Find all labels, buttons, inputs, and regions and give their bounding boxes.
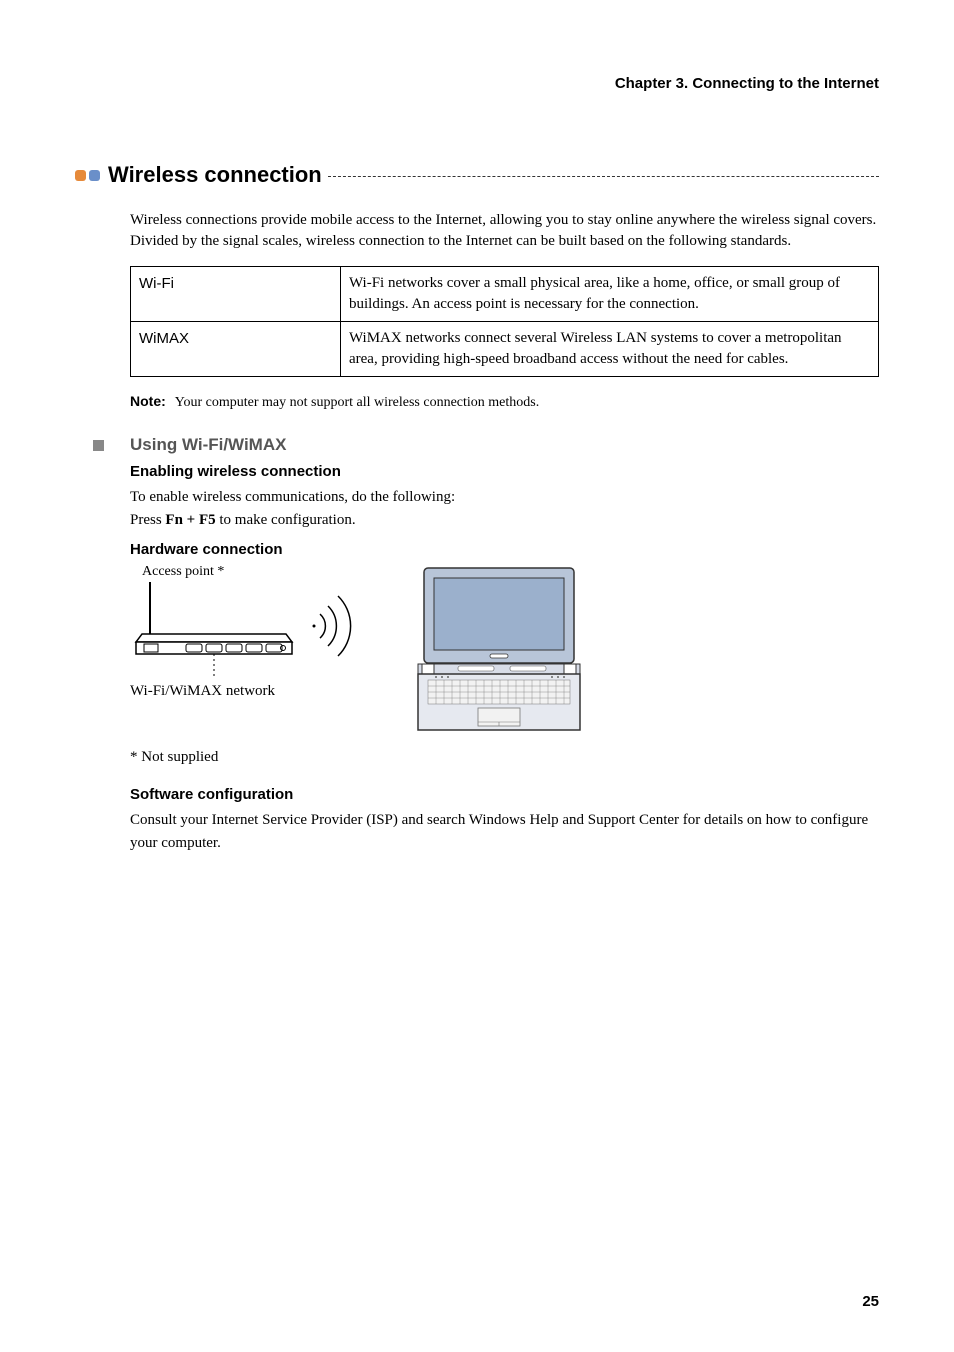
wifi-network-label: Wi-Fi/WiMAX network <box>130 683 400 700</box>
note-line: Note: Your computer may not support all … <box>130 393 879 411</box>
laptop-icon <box>414 564 584 734</box>
intro-line-1: Wireless connections provide mobile acce… <box>130 210 879 231</box>
row-desc-wifi: Wi-Fi networks cover a small physical ar… <box>341 267 879 322</box>
software-heading: Software configuration <box>130 786 879 803</box>
intro-line-2: Divided by the signal scales, wireless c… <box>130 231 879 252</box>
chapter-header: Chapter 3. Connecting to the Internet <box>75 75 879 92</box>
heading-dash-line-icon <box>328 176 879 177</box>
enabling-line-1: To enable wireless communications, do th… <box>130 486 879 509</box>
dot-blue-icon <box>89 170 100 181</box>
access-point-column: Access point * <box>130 564 400 700</box>
software-body: Consult your Internet Service Provider (… <box>130 809 879 854</box>
note-label: Note: <box>130 393 166 409</box>
dot-orange-icon <box>75 170 86 181</box>
laptop-column <box>414 564 584 739</box>
access-point-illustration <box>130 582 400 677</box>
not-supplied-text: * Not supplied <box>130 749 879 766</box>
row-label-wifi: Wi-Fi <box>131 267 341 322</box>
subsection-heading: Using Wi-Fi/WiMAX <box>130 435 286 455</box>
enabling-line-2: Press Fn + F5 to make configuration. <box>130 509 879 532</box>
enabling-body: To enable wireless communications, do th… <box>130 486 879 531</box>
access-point-icon <box>130 582 390 677</box>
standards-table: Wi-Fi Wi-Fi networks cover a small physi… <box>130 266 879 377</box>
square-bullet-icon <box>93 440 104 451</box>
access-point-label: Access point * <box>142 564 400 580</box>
enabling-heading: Enabling wireless connection <box>130 463 879 480</box>
section-heading-row: Wireless connection <box>75 162 879 188</box>
section-title: Wireless connection <box>108 162 322 188</box>
row-desc-wimax: WiMAX networks connect several Wireless … <box>341 322 879 377</box>
page-number: 25 <box>862 1293 879 1310</box>
row-label-wimax: WiMAX <box>131 322 341 377</box>
hardware-heading: Hardware connection <box>130 541 879 558</box>
intro-text-block: Wireless connections provide mobile acce… <box>130 210 879 252</box>
heading-dots <box>75 170 100 181</box>
table-row: WiMAX WiMAX networks connect several Wir… <box>131 322 879 377</box>
hardware-diagram: Access point * <box>130 564 879 739</box>
subsection-row: Using Wi-Fi/WiMAX <box>93 435 879 455</box>
note-text: Your computer may not support all wirele… <box>175 395 539 410</box>
table-row: Wi-Fi Wi-Fi networks cover a small physi… <box>131 267 879 322</box>
